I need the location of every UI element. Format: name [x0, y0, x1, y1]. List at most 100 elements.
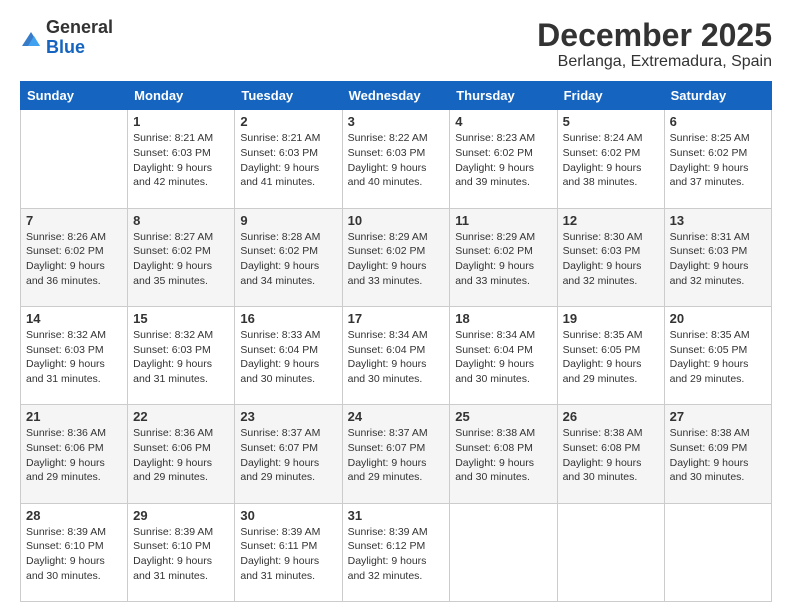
day-number: 18	[455, 311, 551, 326]
day-number: 4	[455, 114, 551, 129]
calendar-week-row: 21 Sunrise: 8:36 AMSunset: 6:06 PMDaylig…	[21, 405, 772, 503]
table-row	[664, 503, 771, 601]
table-row	[21, 110, 128, 208]
table-row: 29 Sunrise: 8:39 AMSunset: 6:10 PMDaylig…	[128, 503, 235, 601]
col-wednesday: Wednesday	[342, 82, 450, 110]
col-friday: Friday	[557, 82, 664, 110]
day-info: Sunrise: 8:38 AMSunset: 6:08 PMDaylight:…	[455, 427, 535, 483]
table-row	[557, 503, 664, 601]
day-info: Sunrise: 8:36 AMSunset: 6:06 PMDaylight:…	[26, 427, 106, 483]
day-info: Sunrise: 8:32 AMSunset: 6:03 PMDaylight:…	[133, 329, 213, 385]
day-number: 5	[563, 114, 659, 129]
table-row: 30 Sunrise: 8:39 AMSunset: 6:11 PMDaylig…	[235, 503, 342, 601]
day-info: Sunrise: 8:30 AMSunset: 6:03 PMDaylight:…	[563, 231, 643, 287]
day-info: Sunrise: 8:21 AMSunset: 6:03 PMDaylight:…	[133, 132, 213, 188]
day-number: 23	[240, 409, 336, 424]
logo: General Blue	[20, 18, 113, 58]
day-number: 22	[133, 409, 229, 424]
day-number: 19	[563, 311, 659, 326]
calendar-week-row: 1 Sunrise: 8:21 AMSunset: 6:03 PMDayligh…	[21, 110, 772, 208]
table-row: 20 Sunrise: 8:35 AMSunset: 6:05 PMDaylig…	[664, 306, 771, 404]
day-number: 25	[455, 409, 551, 424]
day-number: 14	[26, 311, 122, 326]
table-row: 9 Sunrise: 8:28 AMSunset: 6:02 PMDayligh…	[235, 208, 342, 306]
table-row: 5 Sunrise: 8:24 AMSunset: 6:02 PMDayligh…	[557, 110, 664, 208]
calendar-week-row: 14 Sunrise: 8:32 AMSunset: 6:03 PMDaylig…	[21, 306, 772, 404]
day-info: Sunrise: 8:28 AMSunset: 6:02 PMDaylight:…	[240, 231, 320, 287]
day-info: Sunrise: 8:38 AMSunset: 6:09 PMDaylight:…	[670, 427, 750, 483]
day-info: Sunrise: 8:36 AMSunset: 6:06 PMDaylight:…	[133, 427, 213, 483]
table-row: 22 Sunrise: 8:36 AMSunset: 6:06 PMDaylig…	[128, 405, 235, 503]
table-row: 12 Sunrise: 8:30 AMSunset: 6:03 PMDaylig…	[557, 208, 664, 306]
day-info: Sunrise: 8:27 AMSunset: 6:02 PMDaylight:…	[133, 231, 213, 287]
day-info: Sunrise: 8:35 AMSunset: 6:05 PMDaylight:…	[563, 329, 643, 385]
day-info: Sunrise: 8:24 AMSunset: 6:02 PMDaylight:…	[563, 132, 643, 188]
calendar-title: December 2025	[537, 18, 772, 53]
day-number: 11	[455, 213, 551, 228]
col-thursday: Thursday	[450, 82, 557, 110]
day-number: 6	[670, 114, 766, 129]
table-row: 2 Sunrise: 8:21 AMSunset: 6:03 PMDayligh…	[235, 110, 342, 208]
day-number: 20	[670, 311, 766, 326]
day-number: 10	[348, 213, 445, 228]
calendar-subtitle: Berlanga, Extremadura, Spain	[537, 53, 772, 71]
day-number: 16	[240, 311, 336, 326]
table-row: 11 Sunrise: 8:29 AMSunset: 6:02 PMDaylig…	[450, 208, 557, 306]
table-row: 7 Sunrise: 8:26 AMSunset: 6:02 PMDayligh…	[21, 208, 128, 306]
day-info: Sunrise: 8:32 AMSunset: 6:03 PMDaylight:…	[26, 329, 106, 385]
table-row: 8 Sunrise: 8:27 AMSunset: 6:02 PMDayligh…	[128, 208, 235, 306]
table-row: 26 Sunrise: 8:38 AMSunset: 6:08 PMDaylig…	[557, 405, 664, 503]
day-info: Sunrise: 8:23 AMSunset: 6:02 PMDaylight:…	[455, 132, 535, 188]
day-number: 29	[133, 508, 229, 523]
table-row: 24 Sunrise: 8:37 AMSunset: 6:07 PMDaylig…	[342, 405, 450, 503]
table-row: 23 Sunrise: 8:37 AMSunset: 6:07 PMDaylig…	[235, 405, 342, 503]
day-info: Sunrise: 8:33 AMSunset: 6:04 PMDaylight:…	[240, 329, 320, 385]
logo-text: General Blue	[46, 18, 113, 58]
table-row: 1 Sunrise: 8:21 AMSunset: 6:03 PMDayligh…	[128, 110, 235, 208]
col-tuesday: Tuesday	[235, 82, 342, 110]
day-info: Sunrise: 8:29 AMSunset: 6:02 PMDaylight:…	[348, 231, 428, 287]
day-info: Sunrise: 8:38 AMSunset: 6:08 PMDaylight:…	[563, 427, 643, 483]
table-row: 25 Sunrise: 8:38 AMSunset: 6:08 PMDaylig…	[450, 405, 557, 503]
table-row: 14 Sunrise: 8:32 AMSunset: 6:03 PMDaylig…	[21, 306, 128, 404]
table-row: 17 Sunrise: 8:34 AMSunset: 6:04 PMDaylig…	[342, 306, 450, 404]
logo-general: General	[46, 18, 113, 38]
calendar-week-row: 7 Sunrise: 8:26 AMSunset: 6:02 PMDayligh…	[21, 208, 772, 306]
day-number: 13	[670, 213, 766, 228]
table-row: 13 Sunrise: 8:31 AMSunset: 6:03 PMDaylig…	[664, 208, 771, 306]
day-number: 30	[240, 508, 336, 523]
calendar-week-row: 28 Sunrise: 8:39 AMSunset: 6:10 PMDaylig…	[21, 503, 772, 601]
day-info: Sunrise: 8:21 AMSunset: 6:03 PMDaylight:…	[240, 132, 320, 188]
day-info: Sunrise: 8:39 AMSunset: 6:10 PMDaylight:…	[26, 526, 106, 582]
page: General Blue December 2025 Berlanga, Ext…	[0, 0, 792, 612]
table-row: 15 Sunrise: 8:32 AMSunset: 6:03 PMDaylig…	[128, 306, 235, 404]
table-row: 6 Sunrise: 8:25 AMSunset: 6:02 PMDayligh…	[664, 110, 771, 208]
table-row: 4 Sunrise: 8:23 AMSunset: 6:02 PMDayligh…	[450, 110, 557, 208]
logo-icon	[20, 28, 42, 50]
day-info: Sunrise: 8:25 AMSunset: 6:02 PMDaylight:…	[670, 132, 750, 188]
calendar-table: Sunday Monday Tuesday Wednesday Thursday…	[20, 81, 772, 602]
logo-blue: Blue	[46, 38, 113, 58]
day-number: 21	[26, 409, 122, 424]
day-number: 7	[26, 213, 122, 228]
col-saturday: Saturday	[664, 82, 771, 110]
table-row: 16 Sunrise: 8:33 AMSunset: 6:04 PMDaylig…	[235, 306, 342, 404]
day-info: Sunrise: 8:34 AMSunset: 6:04 PMDaylight:…	[348, 329, 428, 385]
day-info: Sunrise: 8:39 AMSunset: 6:10 PMDaylight:…	[133, 526, 213, 582]
table-row	[450, 503, 557, 601]
day-info: Sunrise: 8:22 AMSunset: 6:03 PMDaylight:…	[348, 132, 428, 188]
table-row: 18 Sunrise: 8:34 AMSunset: 6:04 PMDaylig…	[450, 306, 557, 404]
col-monday: Monday	[128, 82, 235, 110]
col-sunday: Sunday	[21, 82, 128, 110]
day-info: Sunrise: 8:39 AMSunset: 6:12 PMDaylight:…	[348, 526, 428, 582]
day-number: 9	[240, 213, 336, 228]
day-number: 15	[133, 311, 229, 326]
day-number: 31	[348, 508, 445, 523]
table-row: 19 Sunrise: 8:35 AMSunset: 6:05 PMDaylig…	[557, 306, 664, 404]
day-info: Sunrise: 8:26 AMSunset: 6:02 PMDaylight:…	[26, 231, 106, 287]
table-row: 21 Sunrise: 8:36 AMSunset: 6:06 PMDaylig…	[21, 405, 128, 503]
calendar-header-row: Sunday Monday Tuesday Wednesday Thursday…	[21, 82, 772, 110]
table-row: 27 Sunrise: 8:38 AMSunset: 6:09 PMDaylig…	[664, 405, 771, 503]
day-number: 2	[240, 114, 336, 129]
day-number: 8	[133, 213, 229, 228]
